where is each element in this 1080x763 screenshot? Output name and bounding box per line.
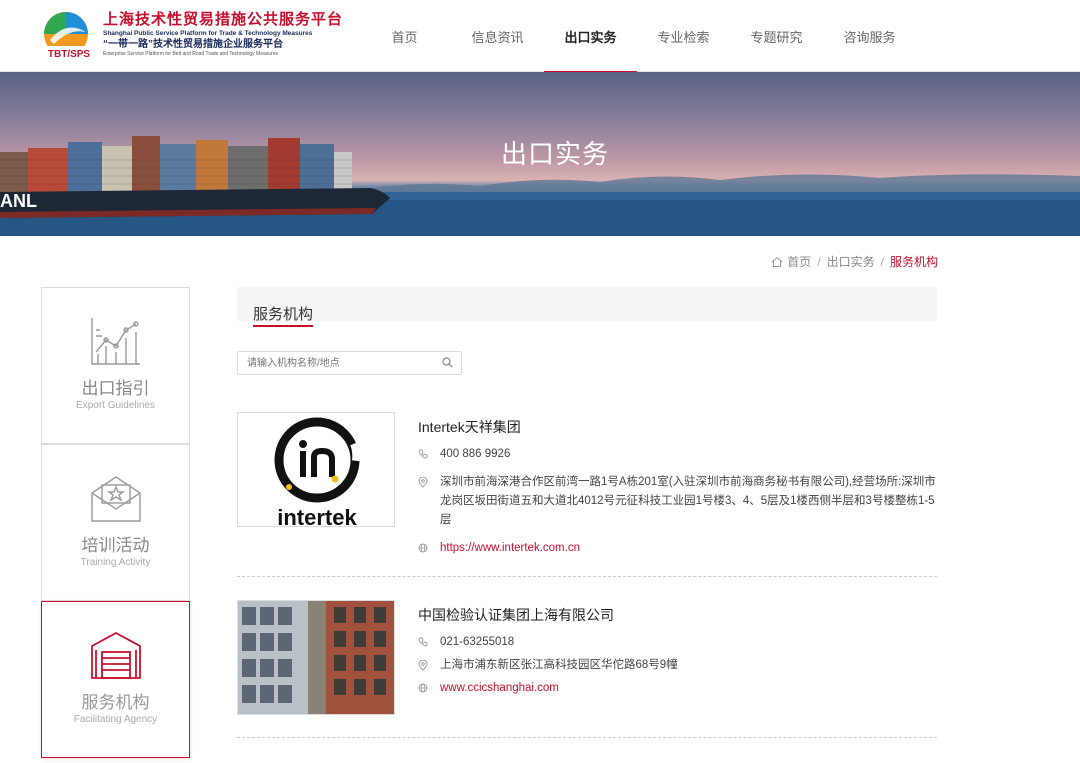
agency-details: Intertek天祥集团 400 886 9926 深圳市前海深港合作区前湾一路… [418,412,937,558]
nav-item-research[interactable]: 专题研究 [730,0,823,72]
list-divider [237,737,937,738]
globe-icon [418,679,440,698]
agency-details: 中国检验认证集团上海有限公司 021-63255018 上海市浦东新区张江高科技… [418,600,937,698]
breadcrumb-separator: / [880,254,884,269]
agency-website-link[interactable]: www.ccicshanghai.com [440,679,937,698]
agency-website-row: https://www.intertek.com.cn [418,539,937,558]
nav-item-search[interactable]: 专业检索 [637,0,730,72]
search-icon[interactable] [442,357,453,368]
agency-address-row: 上海市浦东新区张江高科技园区华佗路68号9幢 [418,656,937,675]
agency-website-link[interactable]: https://www.intertek.com.cn [440,539,937,558]
logo-title-en: Shanghai Public Service Platform for Tra… [103,30,313,37]
logo-title-cn: 上海技术性贸易措施公共服务平台 [103,10,344,28]
intertek-logo-icon: intertek [238,413,394,527]
site-logo[interactable]: TBT/SPS 上海技术性贸易措施公共服务平台 Shanghai Public … [40,8,350,64]
sidebar-item-training-activity[interactable]: 培训活动 Training Activity [41,444,190,601]
search-input[interactable] [238,352,428,374]
chart-icon [91,318,140,365]
ship-brand-text: ANL [0,191,37,211]
agency-address-row: 深圳市前海深港合作区前湾一路1号A栋201室(入驻深圳市前海商务秘书有限公司),… [418,473,937,530]
agency-phone: 021-63255018 [440,636,515,648]
agency-phone-row: 021-63255018 [418,633,937,652]
breadcrumb-separator: / [817,254,821,269]
warehouse-icon [91,631,141,679]
agency-logo-image[interactable]: intertek [237,412,395,527]
page-banner: ANL 出口实务 [0,72,1080,236]
sidebar-item-sublabel: Training Activity [80,557,151,568]
banner-title: 出口实务 [500,139,609,169]
breadcrumb-home[interactable]: 首页 [787,253,811,270]
nav-item-consulting[interactable]: 咨询服务 [823,0,916,72]
intertek-logo-text: intertek [277,505,357,527]
agency-building-image[interactable] [237,600,395,715]
envelope-star-icon [91,476,141,522]
section-header: 服务机构 [237,287,937,327]
home-icon [771,256,783,267]
nav-item-home[interactable]: 首页 [358,0,451,72]
globe-icon [418,539,440,558]
sidebar-item-label: 出口指引 [81,379,150,398]
list-divider [237,576,937,577]
location-pin-icon [418,473,440,530]
agency-phone-row: 400 886 9926 [418,445,937,464]
agency-name[interactable]: Intertek天祥集团 [418,418,937,436]
agency-name[interactable]: 中国检验认证集团上海有限公司 [418,606,937,624]
sidebar-item-sublabel: Export Guidelines [76,400,155,411]
logo-mark-text: TBT/SPS [48,49,91,60]
main-content: 服务机构 intertek Intertek天祥集团 [237,287,937,738]
sidebar-item-export-guidelines[interactable]: 出口指引 Export Guidelines [41,287,190,444]
sidebar-item-facilitating-agency[interactable]: 服务机构 Facilitating Agency [41,601,190,758]
agency-phone: 400 886 9926 [440,448,511,460]
nav-item-export[interactable]: 出口实务 [544,0,637,73]
phone-icon [418,445,440,464]
sidebar-item-label: 培训活动 [81,536,150,555]
logo-subtitle-cn: “一带一路”技术性贸易措施企业服务平台 [103,39,283,50]
logo-subtitle-en: Enterprise Service Platform for Belt and… [103,51,278,57]
search-box [237,351,462,375]
main-nav: 首页 信息资讯 出口实务 专业检索 专题研究 咨询服务 [358,0,916,73]
location-pin-icon [418,656,440,675]
phone-icon [418,633,440,652]
sidebar-item-label: 服务机构 [81,693,150,712]
building-photo-icon [238,601,394,714]
agency-address: 上海市浦东新区张江高科技园区华佗路68号9幢 [440,659,678,671]
agency-website-row: www.ccicshanghai.com [418,679,937,698]
section-title: 服务机构 [253,303,314,327]
site-header: TBT/SPS 上海技术性贸易措施公共服务平台 Shanghai Public … [0,0,1080,73]
logo-mark-icon: TBT/SPS [40,12,98,60]
breadcrumb-current: 服务机构 [889,255,938,269]
sidebar: 出口指引 Export Guidelines 培训活动 Training Act… [41,287,190,758]
breadcrumb-parent[interactable]: 出口实务 [827,253,875,270]
nav-item-news[interactable]: 信息资讯 [451,0,544,72]
sidebar-item-sublabel: Facilitating Agency [73,714,158,725]
agency-address: 深圳市前海深港合作区前湾一路1号A栋201室(入驻深圳市前海商务秘书有限公司),… [440,476,936,526]
breadcrumb: 首页 / 出口实务 / 服务机构 [771,253,938,270]
